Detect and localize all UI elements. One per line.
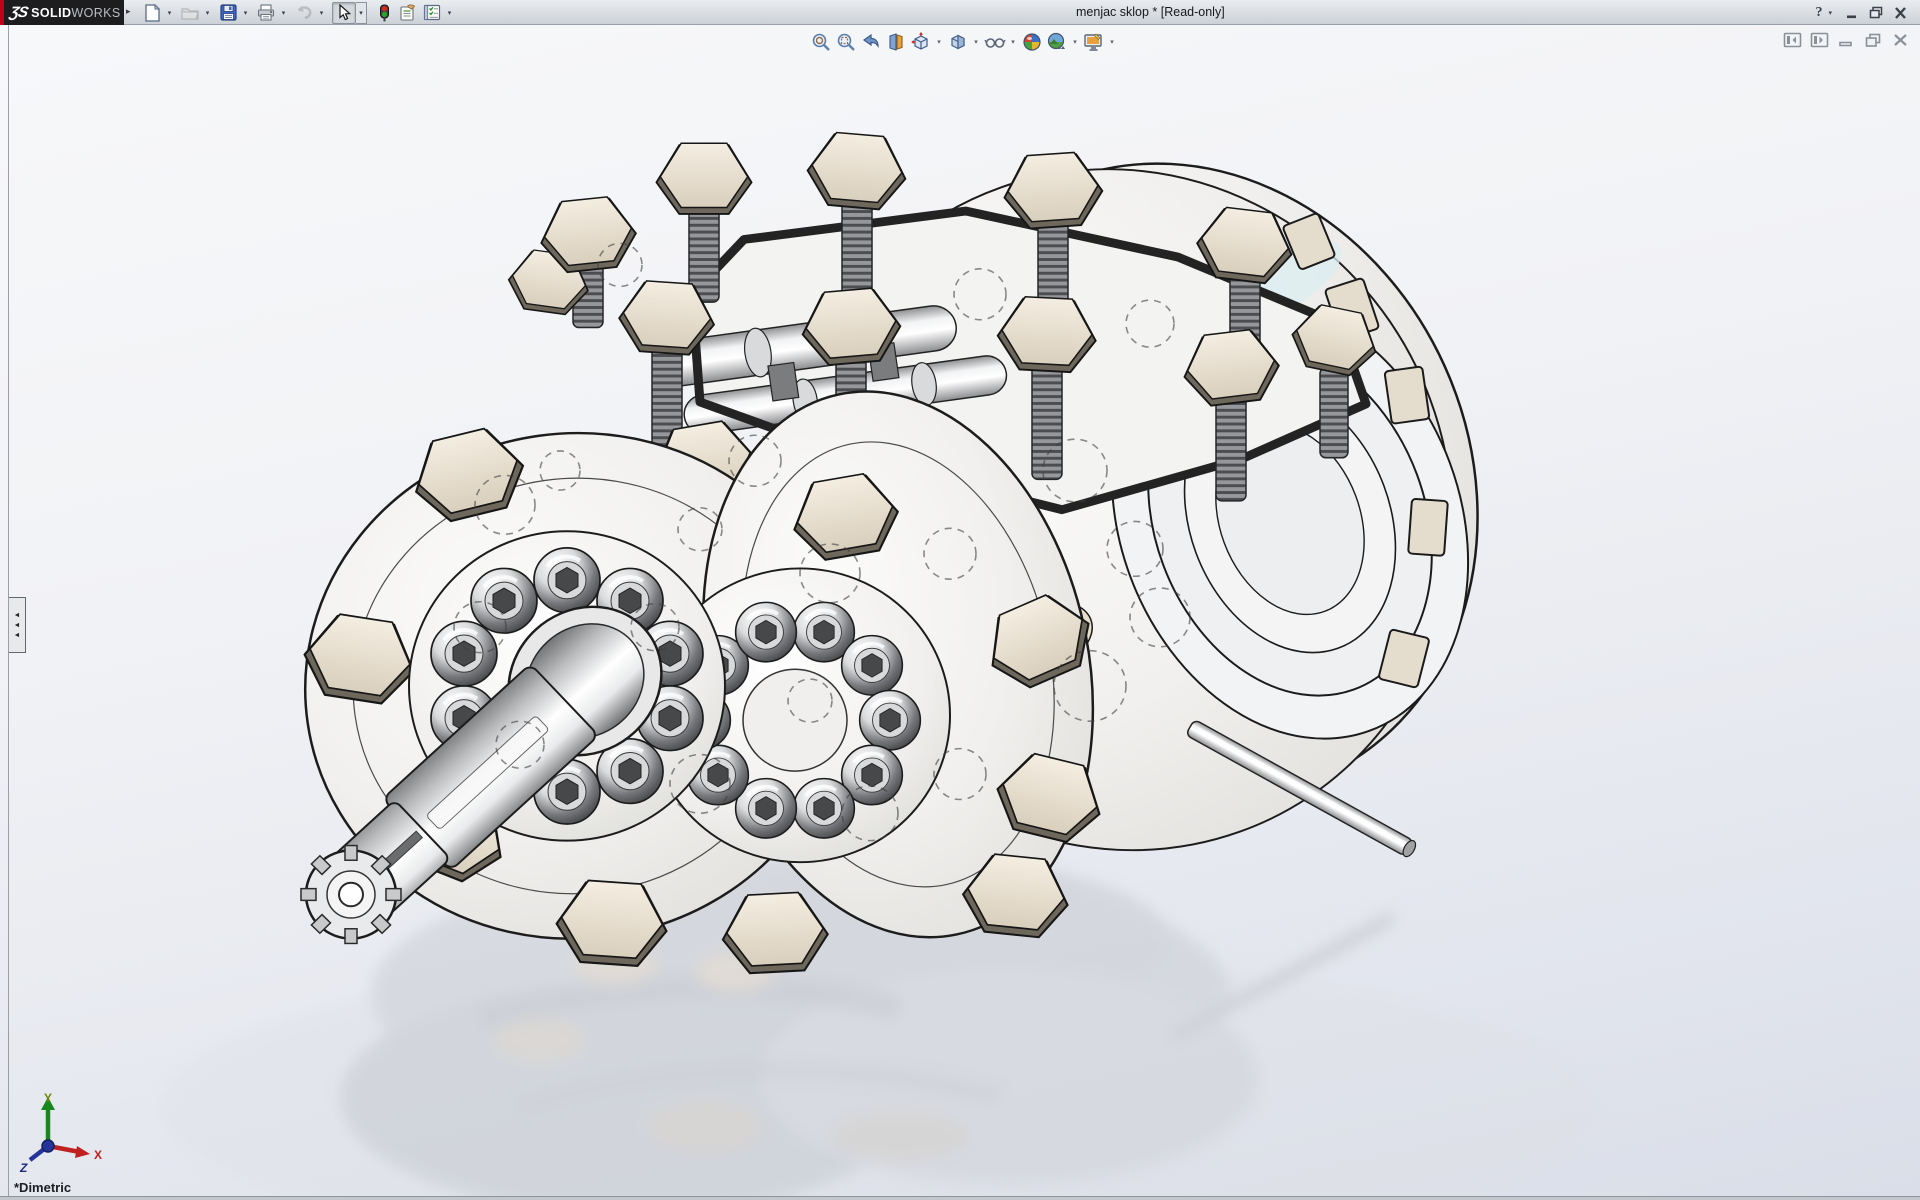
- solidworks-logo-glyph: ƷS: [8, 4, 29, 21]
- brand-solid: SOLID: [31, 6, 71, 20]
- apply-scene-button[interactable]: [1044, 30, 1069, 54]
- hide-show-items-icon: [984, 32, 1006, 52]
- spline-end: [301, 846, 401, 944]
- apply-scene-dropdown[interactable]: ▾: [1069, 38, 1081, 46]
- close-icon: [1894, 7, 1907, 19]
- save-dropdown[interactable]: ▾: [240, 2, 251, 24]
- graphics-area[interactable]: ▾ ▾ ▾: [0, 25, 1920, 1200]
- doc-minimize-icon: [1839, 33, 1853, 47]
- undo-dropdown[interactable]: ▾: [316, 2, 327, 24]
- brand-works: WORKS: [71, 6, 120, 20]
- solidworks-logo: ƷS SOLIDWORKS: [0, 0, 124, 25]
- view-orientation-label: *Dimetric: [14, 1180, 71, 1195]
- apply-scene-icon: [1046, 32, 1067, 52]
- undo-button[interactable]: [292, 2, 316, 24]
- options-dropdown[interactable]: ▾: [444, 2, 455, 24]
- headsup-view-toolbar: ▾ ▾ ▾: [808, 30, 1118, 54]
- save-floppy-icon: [220, 4, 237, 21]
- logo-red-strip: [0, 0, 4, 25]
- x-axis-arrow: [75, 1146, 90, 1158]
- menu-flyout-arrow[interactable]: ▸: [126, 6, 131, 17]
- zoom-to-area-icon: [836, 32, 856, 52]
- pane-toggle-left-icon: [1783, 32, 1802, 48]
- help-button[interactable]: ?: [1813, 5, 1824, 21]
- view-orientation-button[interactable]: [908, 30, 933, 54]
- file-properties-icon: [399, 4, 417, 21]
- rebuild-stoplight-icon: [379, 4, 390, 22]
- pane-toggle-right-icon: [1810, 32, 1829, 48]
- rebuild-button[interactable]: [372, 2, 396, 24]
- hide-show-items-dropdown[interactable]: ▾: [1007, 38, 1019, 46]
- model-canvas[interactable]: [0, 25, 1920, 1200]
- view-settings-button[interactable]: [1081, 30, 1106, 54]
- previous-view-button[interactable]: [858, 30, 883, 54]
- undo-icon: [295, 5, 313, 21]
- display-style-icon: [948, 32, 968, 52]
- file-properties-button[interactable]: [396, 2, 420, 24]
- print-button[interactable]: [254, 2, 278, 24]
- window-title: menjac sklop * [Read-only]: [1076, 0, 1225, 25]
- print-dropdown[interactable]: ▾: [278, 2, 289, 24]
- z-axis-label: Z: [19, 1161, 28, 1175]
- print-icon: [257, 4, 275, 21]
- main-toolbar: ▾ ▾ ▾: [140, 1, 458, 24]
- zoom-to-fit-button[interactable]: [808, 30, 833, 54]
- view-orientation-dropdown[interactable]: ▾: [933, 38, 945, 46]
- feature-panel-collapse-tab[interactable]: ◄ ◄ ◄: [9, 597, 26, 653]
- new-document-dropdown[interactable]: ▾: [164, 2, 175, 24]
- zoom-to-area-button[interactable]: [833, 30, 858, 54]
- view-orientation-icon: [910, 32, 931, 52]
- display-style-dropdown[interactable]: ▾: [970, 38, 982, 46]
- collapse-arrow-icon: ◄: [14, 632, 21, 639]
- open-folder-icon: [181, 5, 199, 21]
- doc-close-icon: [1893, 33, 1908, 47]
- doc-restore-button[interactable]: [1863, 31, 1883, 49]
- minimize-button[interactable]: [1842, 4, 1862, 22]
- restore-icon: [1869, 6, 1883, 19]
- select-tool-button[interactable]: [332, 2, 356, 24]
- reference-triad: Y X Z: [6, 1092, 106, 1178]
- options-button[interactable]: [420, 2, 444, 24]
- open-dropdown[interactable]: ▾: [202, 2, 213, 24]
- x-axis-label: X: [94, 1148, 102, 1162]
- save-button[interactable]: [216, 2, 240, 24]
- new-document-icon: [144, 4, 161, 22]
- section-view-icon: [886, 32, 906, 52]
- doc-close-button[interactable]: [1890, 31, 1910, 49]
- edit-appearance-button[interactable]: [1019, 30, 1044, 54]
- previous-view-icon: [861, 32, 881, 52]
- y-axis-label: Y: [44, 1092, 52, 1105]
- minimize-icon: [1846, 7, 1858, 19]
- new-document-button[interactable]: [140, 2, 164, 24]
- hide-show-items-button[interactable]: [982, 30, 1007, 54]
- select-cursor-icon: [338, 4, 351, 21]
- titlebar: ƷS SOLIDWORKS ▸ ▾ ▾: [0, 0, 1920, 25]
- pane-toggle-left-button[interactable]: [1782, 31, 1802, 49]
- options-checklist-icon: [423, 4, 441, 21]
- restore-button[interactable]: [1866, 4, 1886, 22]
- select-tool-dropdown[interactable]: ▾: [356, 2, 367, 24]
- doc-restore-icon: [1865, 33, 1881, 48]
- close-button[interactable]: [1890, 4, 1910, 22]
- triad-origin: [42, 1140, 54, 1152]
- doc-minimize-button[interactable]: [1836, 31, 1856, 49]
- zoom-to-fit-icon: [811, 32, 831, 52]
- document-window-controls: [1782, 31, 1910, 49]
- collapse-arrow-icon: ◄: [14, 612, 21, 619]
- section-view-button[interactable]: [883, 30, 908, 54]
- view-settings-icon: [1083, 32, 1104, 52]
- pane-toggle-right-button[interactable]: [1809, 31, 1829, 49]
- open-button[interactable]: [178, 2, 202, 24]
- help-dropdown[interactable]: ▾: [1828, 9, 1832, 17]
- viewport-bottom-frame: [0, 1196, 1920, 1200]
- titlebar-controls: ? ▾: [1813, 0, 1910, 25]
- collapse-arrow-icon: ◄: [14, 622, 21, 629]
- view-settings-dropdown[interactable]: ▾: [1106, 38, 1118, 46]
- display-style-button[interactable]: [945, 30, 970, 54]
- edit-appearance-icon: [1022, 32, 1042, 52]
